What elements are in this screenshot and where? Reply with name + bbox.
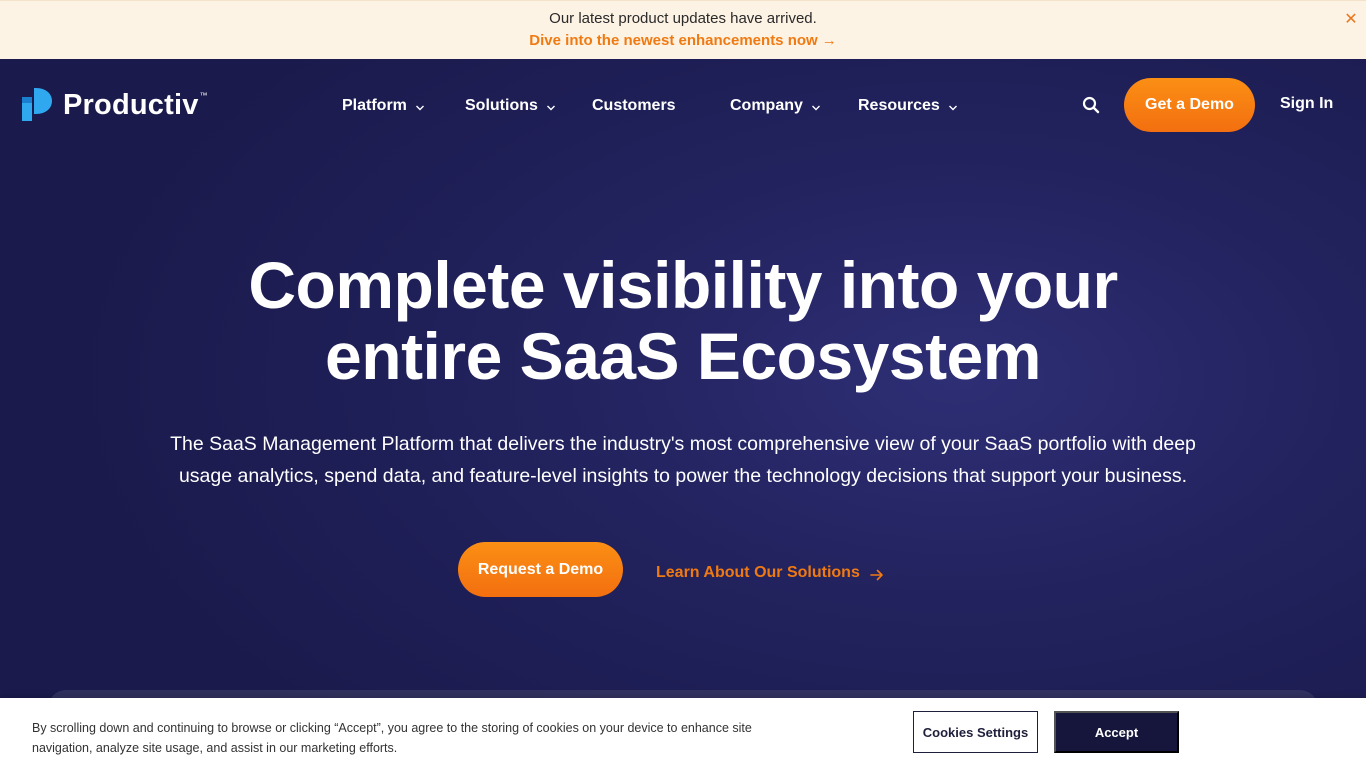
logo-trademark: ™ — [199, 90, 208, 100]
nav-company[interactable]: Company — [730, 95, 821, 117]
cookies-settings-button[interactable]: Cookies Settings — [913, 711, 1038, 753]
hero-subtext: The SaaS Management Platform that delive… — [170, 433, 1196, 487]
hero-headline-line2: entire SaaS Ecosystem — [325, 319, 1041, 393]
nav-company-label: Company — [730, 97, 803, 114]
productiv-logo-icon — [22, 88, 52, 121]
chevron-down-icon — [546, 105, 555, 110]
banner-link-text: Dive into the newest enhancements now — [529, 32, 818, 49]
get-a-demo-button[interactable]: Get a Demo — [1124, 78, 1255, 132]
hero-section — [0, 59, 1366, 768]
nav-solutions-label: Solutions — [465, 97, 538, 114]
chevron-down-icon — [415, 105, 424, 110]
request-a-demo-button[interactable]: Request a Demo — [458, 542, 623, 597]
sign-in-link[interactable]: Sign In — [1280, 95, 1333, 113]
nav-solutions[interactable]: Solutions — [465, 95, 556, 117]
announcement-banner: Our latest product updates have arrived.… — [0, 0, 1366, 59]
arrow-right-icon — [870, 569, 883, 581]
nav-customers-label: Customers — [592, 97, 676, 114]
nav-resources[interactable]: Resources — [858, 95, 958, 117]
logo-link[interactable]: Productiv ™ — [22, 88, 208, 122]
hero-headline: Complete visibility into your entire Saa… — [0, 250, 1366, 392]
chevron-down-icon — [948, 105, 957, 110]
nav-platform[interactable]: Platform — [342, 95, 425, 117]
banner-link[interactable]: Dive into the newest enhancements now → — [0, 32, 1366, 49]
nav-customers[interactable]: Customers — [592, 95, 676, 117]
banner-message: Our latest product updates have arrived. — [549, 10, 817, 27]
chevron-down-icon — [811, 105, 820, 110]
hero-headline-line1: Complete visibility into your — [248, 248, 1118, 322]
nav-resources-label: Resources — [858, 97, 940, 114]
logo-text: Productiv — [63, 88, 199, 121]
arrow-right-icon: → — [821, 32, 837, 49]
learn-about-solutions-link[interactable]: Learn About Our Solutions — [656, 562, 884, 584]
close-icon[interactable]: ✕ — [1344, 12, 1358, 28]
cookie-consent-bar: By scrolling down and continuing to brow… — [0, 698, 1366, 768]
search-icon[interactable] — [1082, 96, 1100, 114]
nav-platform-label: Platform — [342, 97, 407, 114]
accept-cookies-button[interactable]: Accept — [1054, 711, 1179, 753]
learn-about-solutions-label: Learn About Our Solutions — [656, 564, 860, 581]
cookie-consent-text: By scrolling down and continuing to brow… — [32, 721, 752, 755]
